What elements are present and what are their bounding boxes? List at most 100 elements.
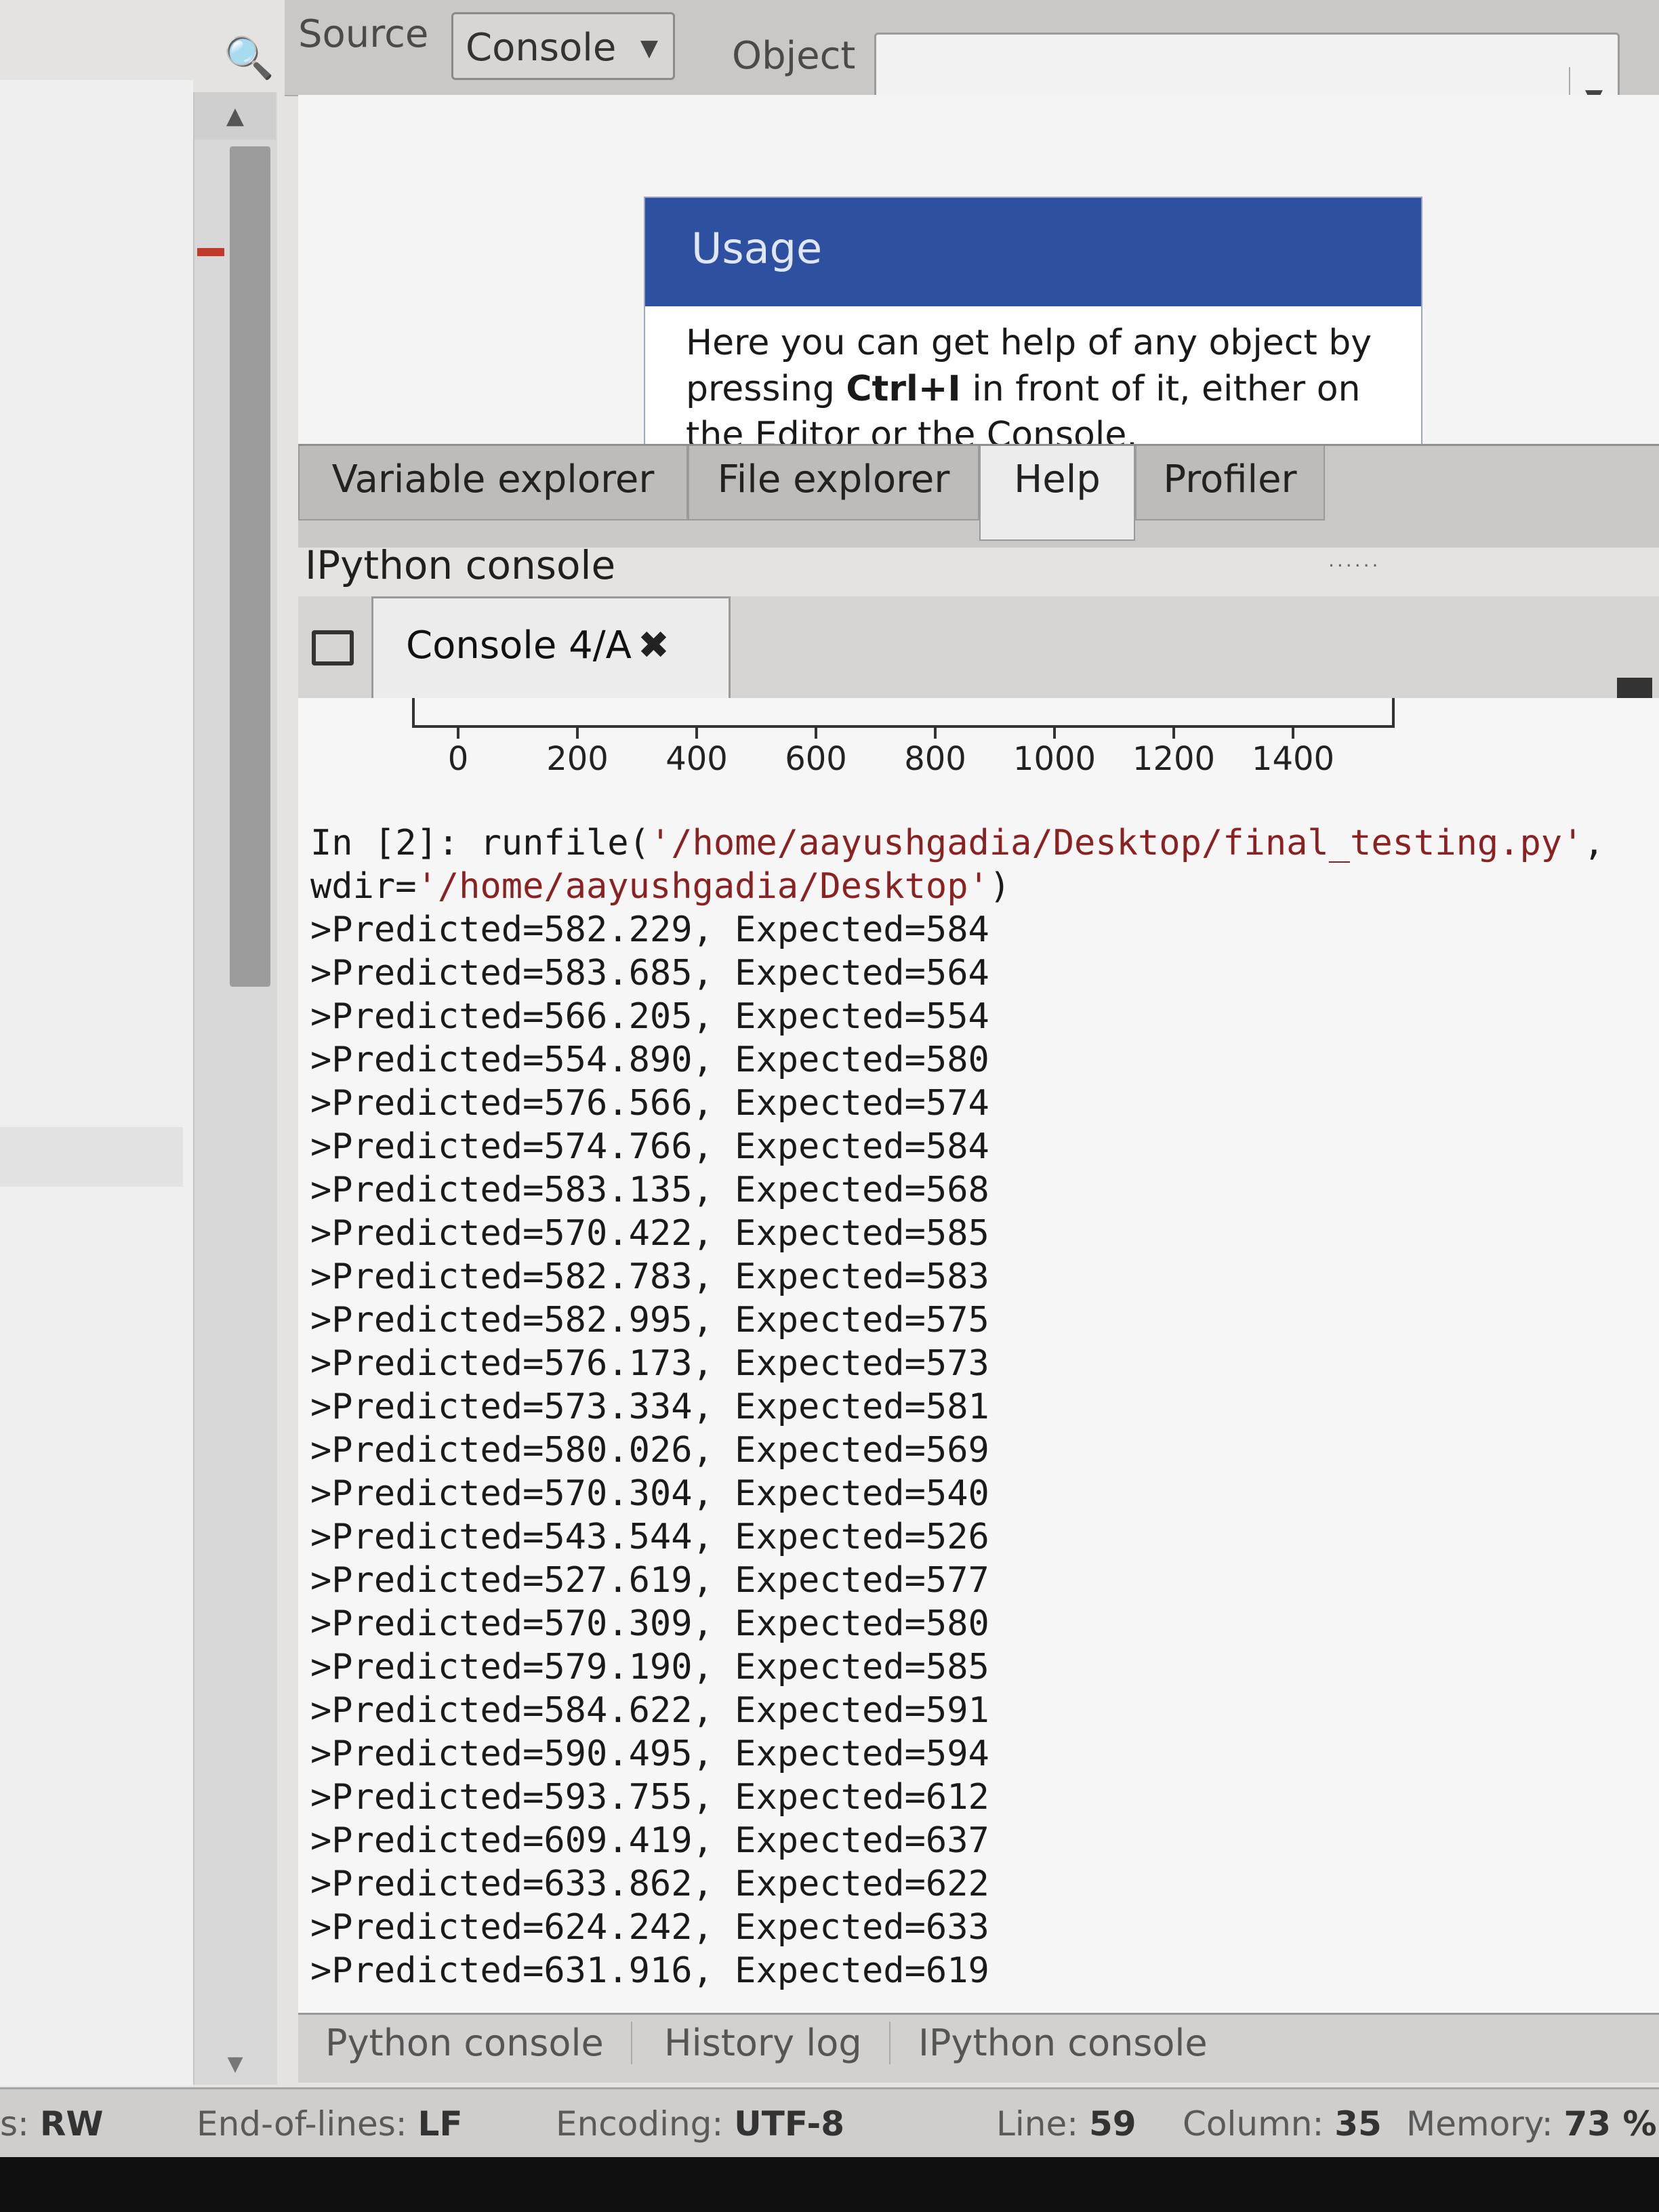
console-output-line: >Predicted=583.685, Expected=564 xyxy=(310,953,989,994)
help-pane: Usage Here you can get help of any objec… xyxy=(298,95,1659,497)
object-label: Object xyxy=(732,34,856,78)
console-tabbar: Console 4/A ✖ xyxy=(298,596,1659,713)
console-output-line: >Predicted=583.135, Expected=568 xyxy=(310,1170,989,1210)
console-type-tabbar: Python console History log IPython conso… xyxy=(298,2013,1659,2083)
output-lines: >Predicted=582.229, Expected=584 >Predic… xyxy=(310,909,989,1991)
pane-tabbar: Variable explorer File explorer Help Pro… xyxy=(298,444,1659,571)
tab-python-console[interactable]: Python console xyxy=(325,2022,632,2064)
console-text[interactable]: In [2]: runfile('/home/aayushgadia/Deskt… xyxy=(310,821,1605,1992)
scroll-down-arrow-icon[interactable]: ▼ xyxy=(194,2044,276,2085)
usage-title: Usage xyxy=(645,198,1421,306)
status-memory-label: Memory: xyxy=(1406,2104,1553,2144)
status-bar: s: RW End-of-lines: LF Encoding: UTF-8 L… xyxy=(0,2087,1659,2157)
tab-help[interactable]: Help xyxy=(979,446,1135,541)
status-encoding-value: UTF-8 xyxy=(734,2104,845,2144)
axis-tick-label: 200 xyxy=(546,740,609,778)
console-output-line: >Predicted=579.190, Expected=585 xyxy=(310,1647,989,1687)
pane-grip[interactable]: ...... xyxy=(1328,549,1380,571)
command-arg-file: '/home/aayushgadia/Desktop/final_testing… xyxy=(649,823,1584,863)
console-output-line: >Predicted=624.242, Expected=633 xyxy=(310,1907,989,1948)
tab-variable-explorer[interactable]: Variable explorer xyxy=(298,446,688,520)
source-select[interactable]: Console ▼ xyxy=(451,12,675,80)
axis-tick xyxy=(457,728,459,739)
in-prompt: In [2]: xyxy=(310,823,459,863)
axis-tick xyxy=(695,728,698,739)
error-marker xyxy=(197,248,224,256)
wdir-prefix: wdir= xyxy=(310,866,417,907)
plot-frame-left xyxy=(412,698,415,728)
axis-tick-label: 1400 xyxy=(1251,740,1335,778)
command-arg-wdir: '/home/aayushgadia/Desktop' xyxy=(416,866,989,907)
search-icon[interactable]: 🔍 xyxy=(224,34,274,82)
status-line-label: Line: xyxy=(996,2104,1079,2144)
console-output-line: >Predicted=576.173, Expected=573 xyxy=(310,1343,989,1384)
status-eol: End-of-lines: LF xyxy=(197,2104,463,2144)
status-permissions-label: s: xyxy=(0,2104,29,2144)
console-output-line: >Predicted=593.755, Expected=612 xyxy=(310,1777,989,1818)
status-eol-label: End-of-lines: xyxy=(197,2104,407,2144)
axis-tick xyxy=(934,728,937,739)
command-sep: , xyxy=(1583,823,1605,863)
scrollbar-thumb[interactable] xyxy=(230,146,270,987)
scroll-up-arrow-icon[interactable]: ▲ xyxy=(194,92,276,140)
tab-history-log[interactable]: History log xyxy=(664,2022,890,2064)
status-encoding: Encoding: UTF-8 xyxy=(556,2104,844,2144)
console-output-line: >Predicted=570.422, Expected=585 xyxy=(310,1213,989,1254)
axis-tick xyxy=(1292,728,1294,739)
console-output-line: >Predicted=574.766, Expected=584 xyxy=(310,1126,989,1167)
console-output-line: >Predicted=582.783, Expected=583 xyxy=(310,1256,989,1297)
axis-tick-label: 800 xyxy=(904,740,966,778)
console-output-line: >Predicted=633.862, Expected=622 xyxy=(310,1864,989,1904)
tab-file-explorer[interactable]: File explorer xyxy=(688,446,979,520)
console-output-line: >Predicted=590.495, Expected=594 xyxy=(310,1734,989,1774)
console-output-line: >Predicted=554.890, Expected=580 xyxy=(310,1040,989,1080)
status-memory-value: 73 % xyxy=(1563,2104,1657,2144)
console-tab[interactable]: Console 4/A ✖ xyxy=(371,596,731,698)
ipython-console-title: IPython console xyxy=(305,542,616,588)
console-output-line: >Predicted=576.566, Expected=574 xyxy=(310,1083,989,1124)
command-close: ) xyxy=(989,866,1011,907)
axis-tick-label: 1000 xyxy=(1012,740,1097,778)
console-output-line: >Predicted=582.229, Expected=584 xyxy=(310,909,989,950)
console-output-line: >Predicted=582.995, Expected=575 xyxy=(310,1300,989,1340)
close-icon[interactable]: ✖ xyxy=(638,598,670,693)
axis-tick-label: 400 xyxy=(665,740,728,778)
axis-tick-label: 0 xyxy=(447,740,469,778)
status-column: Column: 35 xyxy=(1183,2104,1382,2144)
status-permissions: s: RW xyxy=(0,2104,103,2144)
editor-scrollbar[interactable]: ▲ ▼ xyxy=(193,92,277,2085)
help-toolbar: 🔍 Source Console ▼ Object ▼ xyxy=(224,0,1659,134)
axis-tick-label: 600 xyxy=(785,740,847,778)
console-output-line: >Predicted=570.304, Expected=540 xyxy=(310,1473,989,1514)
console-output-line: >Predicted=584.622, Expected=591 xyxy=(310,1690,989,1731)
axis-tick xyxy=(815,728,817,739)
console-output-line: >Predicted=609.419, Expected=637 xyxy=(310,1820,989,1861)
status-encoding-label: Encoding: xyxy=(556,2104,724,2144)
axis-tick xyxy=(1053,728,1056,739)
console-output-line: >Predicted=631.916, Expected=619 xyxy=(310,1950,989,1991)
spyder-window: ▲ ▼ 🔍 Source Console ▼ Object ▼ Usage He… xyxy=(0,0,1659,2155)
new-console-icon[interactable] xyxy=(312,630,354,665)
usage-shortcut: Ctrl+I xyxy=(846,369,961,409)
editor-pane[interactable] xyxy=(0,80,193,2086)
console-output-line: >Predicted=566.205, Expected=554 xyxy=(310,996,989,1037)
tab-profiler[interactable]: Profiler xyxy=(1135,446,1325,520)
status-eol-value: LF xyxy=(417,2104,463,2144)
status-column-label: Column: xyxy=(1183,2104,1324,2144)
console-output-line: >Predicted=543.544, Expected=526 xyxy=(310,1517,989,1557)
console-output-area[interactable]: 0 200 400 600 800 1000 1200 1400 In [2]: runfil… xyxy=(298,698,1659,2013)
status-line: Line: 59 xyxy=(996,2104,1136,2144)
console-output-line: >Predicted=527.619, Expected=577 xyxy=(310,1560,989,1601)
console-output-line: >Predicted=580.026, Expected=569 xyxy=(310,1430,989,1471)
tab-ipython-console[interactable]: IPython console xyxy=(918,2022,1208,2064)
status-permissions-value: RW xyxy=(39,2104,104,2144)
plot-x-axis: 0 200 400 600 800 1000 1200 1400 xyxy=(412,698,1395,834)
status-column-value: 35 xyxy=(1334,2104,1382,2144)
plot-axis-line xyxy=(412,725,1395,728)
axis-tick xyxy=(1172,728,1175,739)
status-memory: Memory: 73 % xyxy=(1406,2104,1657,2144)
status-line-value: 59 xyxy=(1088,2104,1136,2144)
current-line-highlight xyxy=(0,1127,183,1187)
command-fn: runfile( xyxy=(480,823,650,863)
console-tab-label: Console 4/A xyxy=(406,623,632,668)
